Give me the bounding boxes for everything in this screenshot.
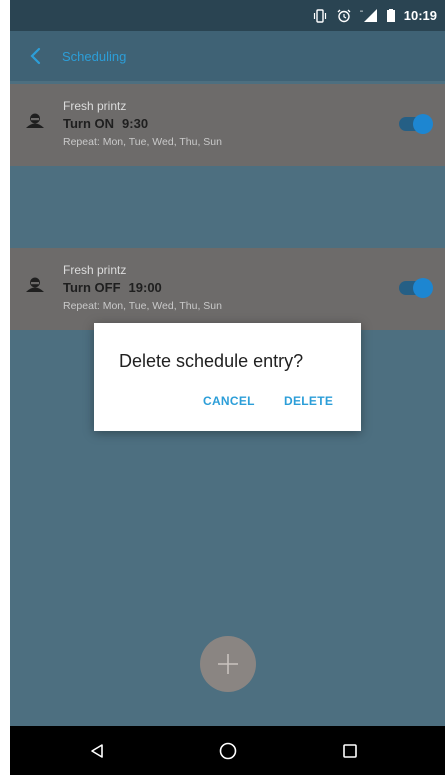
- alarm-icon: [337, 9, 351, 23]
- entry-device-name: Fresh printz: [63, 263, 127, 277]
- back-button[interactable]: [10, 31, 60, 81]
- recents-square-icon: [343, 743, 357, 758]
- toggle-knob: [413, 278, 433, 298]
- toggle-knob: [413, 114, 433, 134]
- nav-back-button[interactable]: [67, 726, 127, 775]
- add-schedule-button[interactable]: [200, 636, 256, 692]
- cancel-button[interactable]: CANCEL: [203, 394, 255, 408]
- home-circle-icon: [219, 742, 237, 759]
- entry-action-label: Turn ON: [63, 116, 115, 131]
- status-bar: "' 10:19: [10, 0, 445, 31]
- entry-toggle[interactable]: [399, 278, 433, 298]
- entry-action-label: Turn OFF: [63, 280, 121, 295]
- entry-action: Turn OFF 19:00: [63, 280, 162, 295]
- schedule-entry[interactable]: Fresh printz Turn OFF 19:00 Repeat: Mon, …: [10, 248, 445, 330]
- back-triangle-icon: [91, 743, 103, 758]
- dialog-title: Delete schedule entry?: [119, 351, 304, 371]
- plus-icon: [218, 654, 238, 674]
- status-time: 10:19: [403, 8, 437, 23]
- device-person-icon: [26, 113, 44, 134]
- svg-text:"': "': [360, 11, 363, 17]
- entry-repeat: Repeat: Mon, Tue, Wed, Thu, Sun: [63, 300, 222, 312]
- nav-recents-button[interactable]: [320, 726, 380, 775]
- entry-repeat: Repeat: Mon, Tue, Wed, Thu, Sun: [63, 136, 222, 148]
- device-person-icon: [26, 277, 44, 298]
- device-frame: "' 10:19 Scheduling Fresh printz Turn ON…: [0, 0, 445, 775]
- page-title: Scheduling: [62, 48, 127, 64]
- screen: "' 10:19 Scheduling Fresh printz Turn ON…: [10, 0, 445, 775]
- entry-time: 19:00: [128, 280, 162, 295]
- entry-action: Turn ON 9:30: [63, 116, 148, 131]
- signal-icon: "': [360, 9, 378, 22]
- vibrate-icon: [312, 8, 328, 23]
- nav-home-button[interactable]: [198, 726, 258, 775]
- entry-device-name: Fresh printz: [63, 99, 127, 113]
- entry-time: 9:30: [122, 116, 149, 131]
- schedule-entry[interactable]: Fresh printz Turn ON 9:30 Repeat: Mon, Tu…: [10, 84, 445, 166]
- delete-button[interactable]: DELETE: [284, 394, 333, 408]
- app-bar: Scheduling: [10, 31, 445, 81]
- battery-icon: [386, 9, 395, 22]
- navigation-bar: [10, 726, 445, 775]
- delete-confirm-dialog: Delete schedule entry? CANCEL DELETE: [94, 323, 361, 431]
- entry-toggle[interactable]: [399, 114, 433, 134]
- back-arrow-icon: [30, 47, 41, 65]
